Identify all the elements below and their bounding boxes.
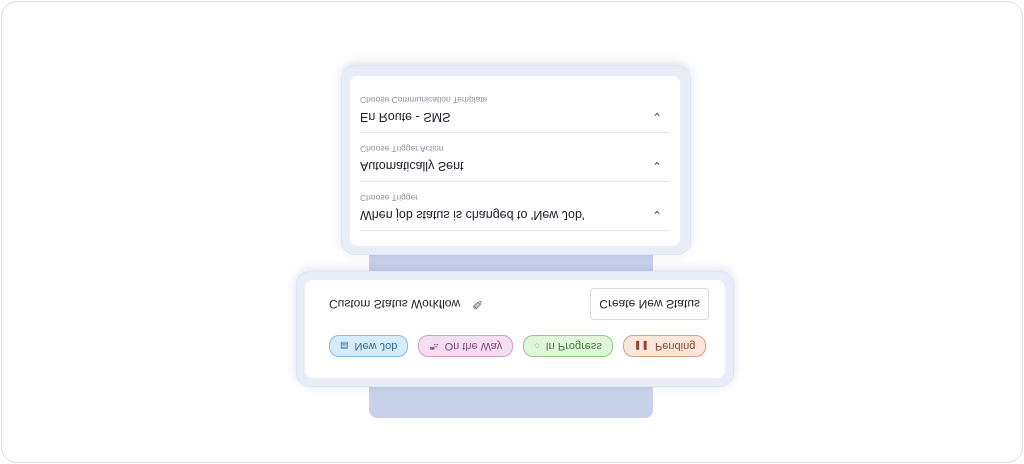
automation-item-trigger[interactable]: When job status is changed to 'New Job' … bbox=[360, 186, 670, 231]
status-chip-pending[interactable]: ❚❚ Pending bbox=[622, 335, 707, 357]
status-chip-on-the-way[interactable]: ⛍ On the Way bbox=[418, 335, 514, 357]
chip-label: New Job bbox=[354, 340, 398, 352]
create-new-status-button[interactable]: Create New Status bbox=[590, 288, 709, 320]
item-title: Automatically Sent bbox=[360, 159, 464, 173]
automation-panel: When job status is changed to 'New Job' … bbox=[350, 76, 680, 246]
spinner-icon: ◌ bbox=[534, 341, 540, 351]
item-subtitle: Choose Trigger Action bbox=[360, 144, 444, 154]
status-chip-list: ▤ New Job ⛍ On the Way ◌ In Progress ❚❚ … bbox=[329, 335, 707, 357]
edit-pencil-icon[interactable]: ✎ bbox=[472, 297, 486, 312]
status-chip-new-job[interactable]: ▤ New Job bbox=[329, 335, 409, 357]
chip-label: In Progress bbox=[545, 340, 602, 352]
chevron-down-icon[interactable]: ⌄ bbox=[652, 208, 662, 222]
automation-card: When job status is changed to 'New Job' … bbox=[341, 65, 691, 255]
chevron-down-icon[interactable]: ⌄ bbox=[652, 159, 662, 173]
calendar-icon: ▤ bbox=[340, 341, 349, 352]
mirrored-scene: ▤ New Job ⛍ On the Way ◌ In Progress ❚❚ … bbox=[2, 2, 1022, 462]
chevron-down-icon[interactable]: ⌄ bbox=[652, 110, 662, 124]
item-subtitle: Choose Trigger bbox=[360, 193, 419, 203]
pause-icon: ❚❚ bbox=[633, 341, 649, 352]
item-title: When job status is changed to 'New Job' bbox=[360, 208, 585, 222]
canvas-frame: ▤ New Job ⛍ On the Way ◌ In Progress ❚❚ … bbox=[1, 1, 1023, 463]
workflow-row: Custom Status Workflow ✎ Create New Stat… bbox=[329, 288, 709, 320]
item-subtitle: Choose Communication Template bbox=[360, 95, 488, 105]
car-icon: ⛍ bbox=[429, 342, 439, 352]
chip-label: On the Way bbox=[444, 340, 503, 352]
workflow-title: Custom Status Workflow bbox=[329, 297, 461, 311]
item-title: En Route - SMS bbox=[360, 110, 451, 124]
status-workflow-panel: ▤ New Job ⛍ On the Way ◌ In Progress ❚❚ … bbox=[305, 280, 725, 378]
status-workflow-card: ▤ New Job ⛍ On the Way ◌ In Progress ❚❚ … bbox=[296, 271, 734, 387]
chip-label: Pending bbox=[654, 340, 696, 352]
status-chip-in-progress[interactable]: ◌ In Progress bbox=[523, 335, 613, 357]
automation-item-template[interactable]: En Route - SMS Choose Communication Temp… bbox=[360, 88, 670, 133]
automation-item-action[interactable]: Automatically Sent Choose Trigger Action… bbox=[360, 137, 670, 182]
